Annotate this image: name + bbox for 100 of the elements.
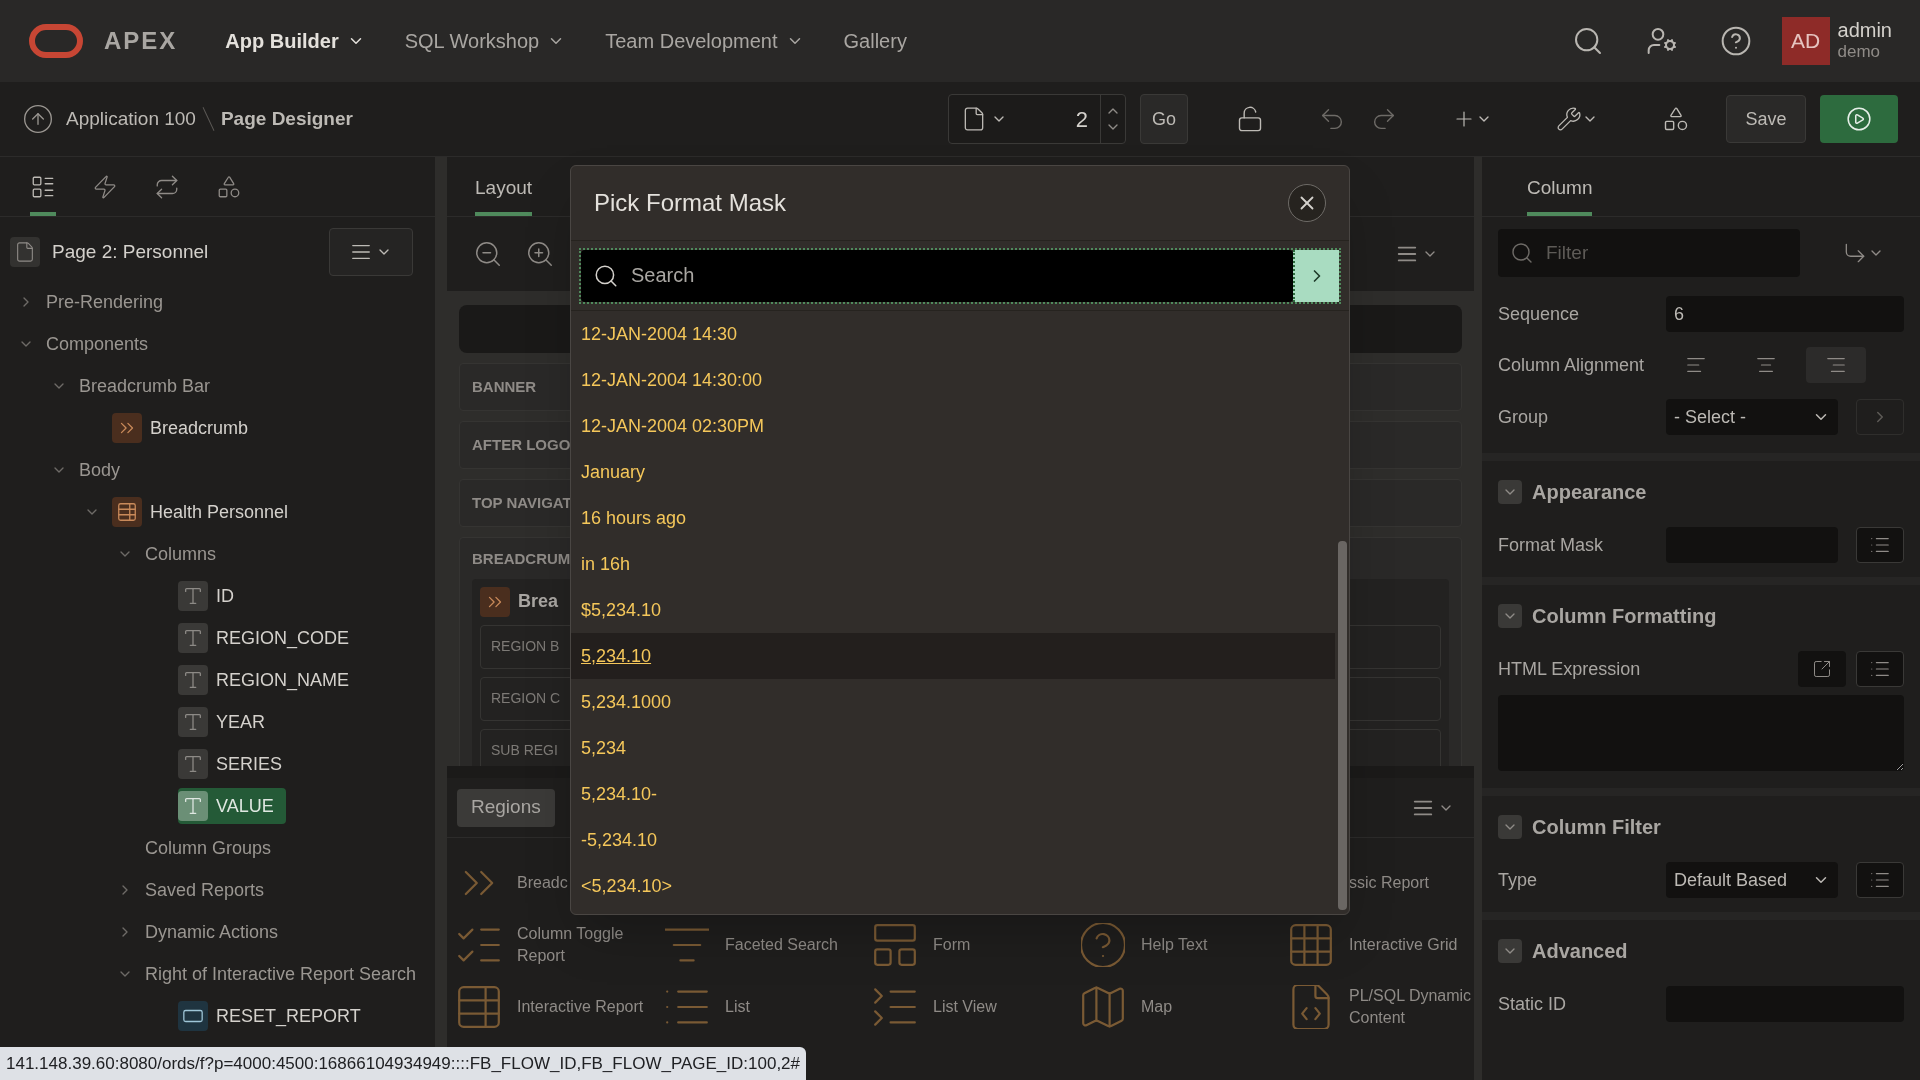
region-type-item[interactable]: Column Toggle Report: [457, 918, 665, 972]
zoom-out-icon[interactable]: [473, 239, 503, 269]
link-url-tooltip: 141.148.39.60:8080/ords/f?p=4000:4500:16866104934949::::FB_FLOW_ID,FB_FLOW_PAGE_ID:100,2#: [0, 1047, 807, 1080]
text-type-icon: [178, 791, 208, 821]
nav-menu[interactable]: App Builder: [225, 26, 365, 56]
file-code-icon: [1289, 985, 1333, 1029]
text-type-icon: [178, 581, 208, 611]
nav-menu[interactable]: Gallery: [843, 26, 907, 56]
save-button[interactable]: Save: [1726, 95, 1806, 143]
format-option[interactable]: -5,234.10: [571, 817, 1335, 863]
tree-item[interactable]: Saved Reports: [145, 876, 265, 904]
tree-item[interactable]: Pre-Rendering: [46, 288, 164, 316]
tree-menu-button[interactable]: [329, 228, 413, 276]
type-select[interactable]: Default Based: [1666, 862, 1838, 898]
region-type-item[interactable]: Faceted Search: [665, 918, 873, 972]
tree-item[interactable]: Dynamic Actions: [145, 918, 279, 946]
page-selector[interactable]: 2: [948, 94, 1126, 144]
tree-item[interactable]: RESET_REPORT: [178, 998, 373, 1034]
regions-tab[interactable]: Regions: [457, 788, 555, 827]
nav-menu[interactable]: Team Development: [605, 26, 804, 56]
tree-item[interactable]: ID: [178, 578, 246, 614]
play-icon: [1846, 106, 1872, 132]
logo-text: APEX: [104, 26, 178, 56]
region-type-item[interactable]: Interactive Grid: [1289, 918, 1474, 972]
grid-icon: [1289, 923, 1333, 967]
chevrons-icon: [480, 586, 510, 617]
breadcrumb-link[interactable]: Application 100: [66, 104, 196, 134]
format-option[interactable]: 12-JAN-2004 14:30: [571, 311, 1335, 357]
region-type-item[interactable]: List View: [873, 980, 1081, 1034]
property-label: Type: [1498, 868, 1539, 892]
region-type-item[interactable]: Help Text: [1081, 918, 1289, 972]
region-type-item[interactable]: Map: [1081, 980, 1289, 1034]
format-option[interactable]: 5,234.10: [571, 633, 1335, 679]
tree-item[interactable]: REGION_CODE: [178, 620, 362, 656]
pill-icon: [178, 1001, 208, 1031]
position-label: BREADCRUM: [472, 549, 571, 569]
tree-item[interactable]: VALUE: [178, 788, 286, 824]
region-title: Brea: [518, 590, 559, 613]
user-avatar[interactable]: AD: [1781, 17, 1830, 65]
property-label: Group: [1498, 405, 1550, 429]
nav-menu[interactable]: SQL Workshop: [404, 26, 566, 56]
section-title: Advanced: [1532, 939, 1628, 964]
shapes-icon[interactable]: [1662, 105, 1690, 133]
tree-item[interactable]: Columns: [145, 540, 217, 568]
tree-item[interactable]: Right of Interactive Report Search: [145, 960, 417, 988]
region-type-item[interactable]: PL/SQL Dynamic Content: [1289, 980, 1474, 1034]
section-title: Column Formatting: [1532, 604, 1717, 629]
zoom-in-icon[interactable]: [525, 239, 555, 269]
section-toggle[interactable]: [1498, 604, 1522, 628]
region-type-item[interactable]: Interactive Report: [457, 980, 665, 1034]
property-label: Format Mask: [1498, 533, 1604, 557]
section-toggle[interactable]: [1498, 480, 1522, 504]
tree-item[interactable]: REGION_NAME: [178, 662, 362, 698]
run-button[interactable]: [1820, 95, 1898, 143]
section-toggle[interactable]: [1498, 815, 1522, 839]
expand-icon: [1812, 659, 1832, 679]
table-icon: [457, 985, 501, 1029]
table-icon: [112, 497, 142, 527]
unlock-icon[interactable]: [1236, 105, 1264, 133]
list-button[interactable]: [1856, 527, 1904, 563]
tree-item[interactable]: Health Personnel: [112, 494, 301, 530]
user-gear-icon[interactable]: [1645, 25, 1678, 57]
tree-item[interactable]: Column Groups: [145, 834, 272, 862]
help-icon[interactable]: [1719, 25, 1752, 57]
list-button[interactable]: [1856, 862, 1904, 898]
tree-item[interactable]: YEAR: [178, 704, 278, 740]
user-name: admin: [1837, 19, 1892, 41]
shapes-icon: [216, 174, 242, 200]
scrollbar[interactable]: [1338, 541, 1347, 910]
list-icon: [873, 985, 917, 1029]
go-button[interactable]: Go: [1140, 94, 1188, 144]
tree-item[interactable]: Body: [79, 456, 121, 484]
sequence-field[interactable]: 6: [1666, 296, 1904, 332]
format-option[interactable]: in 16h: [571, 541, 1335, 587]
tree-item[interactable]: Components: [46, 330, 149, 358]
region-type-item[interactable]: List: [665, 980, 873, 1034]
group-select[interactable]: - Select -: [1666, 399, 1838, 435]
page-title[interactable]: Page 2: Personnel: [52, 237, 209, 267]
html-expression-field[interactable]: [1498, 695, 1904, 771]
search-field[interactable]: Search: [581, 249, 1293, 302]
tree-item[interactable]: Breadcrumb: [112, 410, 261, 446]
tree-tab[interactable]: [30, 174, 56, 216]
property-label: HTML Expression: [1498, 657, 1642, 681]
search-go-button[interactable]: [1293, 249, 1339, 302]
text-type-icon: [178, 665, 208, 695]
dialog-title: Pick Format Mask: [594, 188, 787, 218]
section-title: Appearance: [1532, 480, 1647, 505]
region-type-item[interactable]: Form: [873, 918, 1081, 972]
filter-field[interactable]: Filter: [1498, 229, 1800, 277]
format-option[interactable]: <5,234.10>: [571, 863, 1335, 909]
format-option[interactable]: 5,234.10-: [571, 771, 1335, 817]
layout-tab[interactable]: Layout: [475, 173, 533, 216]
tree-item[interactable]: SERIES: [178, 746, 295, 782]
tree-item[interactable]: Breadcrumb Bar: [79, 372, 211, 400]
section-toggle[interactable]: [1498, 939, 1522, 963]
expand-editor-button[interactable]: [1798, 651, 1846, 687]
close-button[interactable]: [1288, 184, 1326, 222]
column-tab[interactable]: Column: [1527, 173, 1593, 216]
list-button[interactable]: [1856, 651, 1904, 687]
alignment-option[interactable]: [1806, 347, 1866, 383]
